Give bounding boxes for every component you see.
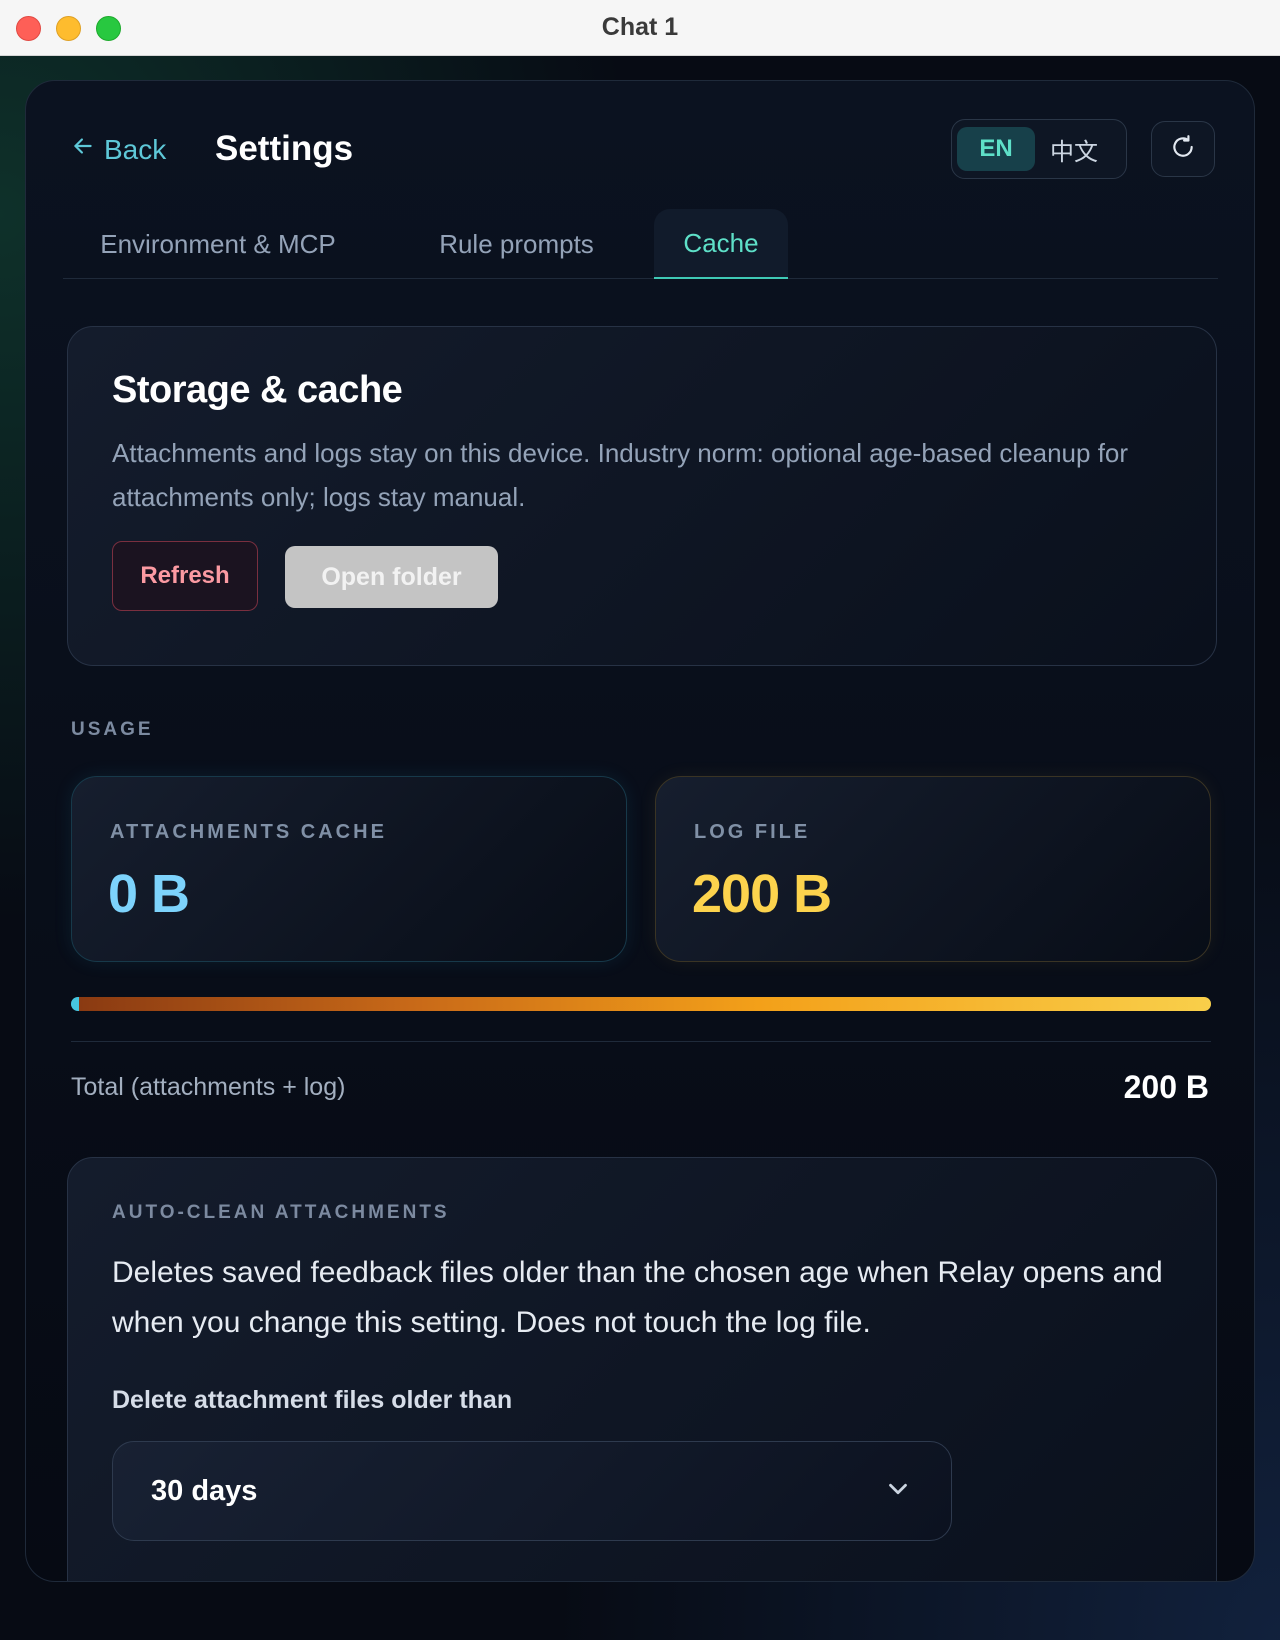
back-button[interactable]: Back [70,133,166,166]
tab-cache[interactable]: Cache [654,209,788,279]
page-title: Settings [215,129,354,168]
chevron-down-icon [883,1474,913,1509]
storage-cache-card: Storage & cache Attachments and logs sta… [67,326,1217,666]
usage-bar [71,997,1211,1011]
storage-description: Attachments and logs stay on this device… [112,438,1129,512]
minimize-window-button[interactable] [56,16,81,41]
window-titlebar: Chat 1 [0,0,1280,56]
zoom-window-button[interactable] [96,16,121,41]
reload-button[interactable] [1151,121,1215,177]
close-window-button[interactable] [16,16,41,41]
retention-select-value: 30 days [151,1474,258,1507]
attachments-cache-label: ATTACHMENTS CACHE [110,821,387,843]
open-folder-button[interactable]: Open folder [285,546,498,608]
total-value: 200 B [1123,1069,1209,1105]
usage-bar-log [79,997,1211,1011]
usage-bar-attachments [71,997,79,1011]
language-toggle: EN 中文 [951,119,1127,179]
window-controls [16,16,121,41]
storage-title: Storage & cache [112,369,403,411]
auto-clean-card: AUTO-CLEAN ATTACHMENTS Deletes saved fee… [67,1157,1217,1581]
auto-clean-description: Deletes saved feedback files older than … [112,1256,1163,1339]
tab-environment-mcp[interactable]: Environment & MCP [63,209,373,279]
log-file-stat: LOG FILE 200 B [655,776,1211,962]
settings-panel: Back Settings EN 中文 Environment & MCP Ru… [25,80,1255,1582]
language-option-zh[interactable]: 中文 [1035,127,1113,171]
tab-rule-prompts[interactable]: Rule prompts [379,209,654,279]
log-file-label: LOG FILE [694,821,811,843]
retention-field-label: Delete attachment files older than [112,1386,513,1414]
settings-tabs: Environment & MCP Rule prompts Cache [63,209,1218,279]
usage-section-label: USAGE [71,719,154,740]
attachments-cache-value: 0 B [108,864,190,924]
retention-select[interactable]: 30 days [112,1441,952,1541]
divider [71,1041,1211,1042]
back-label: Back [104,133,167,165]
auto-clean-section-label: AUTO-CLEAN ATTACHMENTS [112,1202,450,1223]
language-option-en[interactable]: EN [957,127,1035,171]
attachments-cache-stat: ATTACHMENTS CACHE 0 B [71,776,627,962]
arrow-left-icon [70,133,96,166]
reload-icon [1170,134,1196,165]
window-title: Chat 1 [601,13,679,41]
total-label: Total (attachments + log) [71,1073,346,1101]
log-file-value: 200 B [692,864,832,924]
refresh-button[interactable]: Refresh [112,541,258,611]
